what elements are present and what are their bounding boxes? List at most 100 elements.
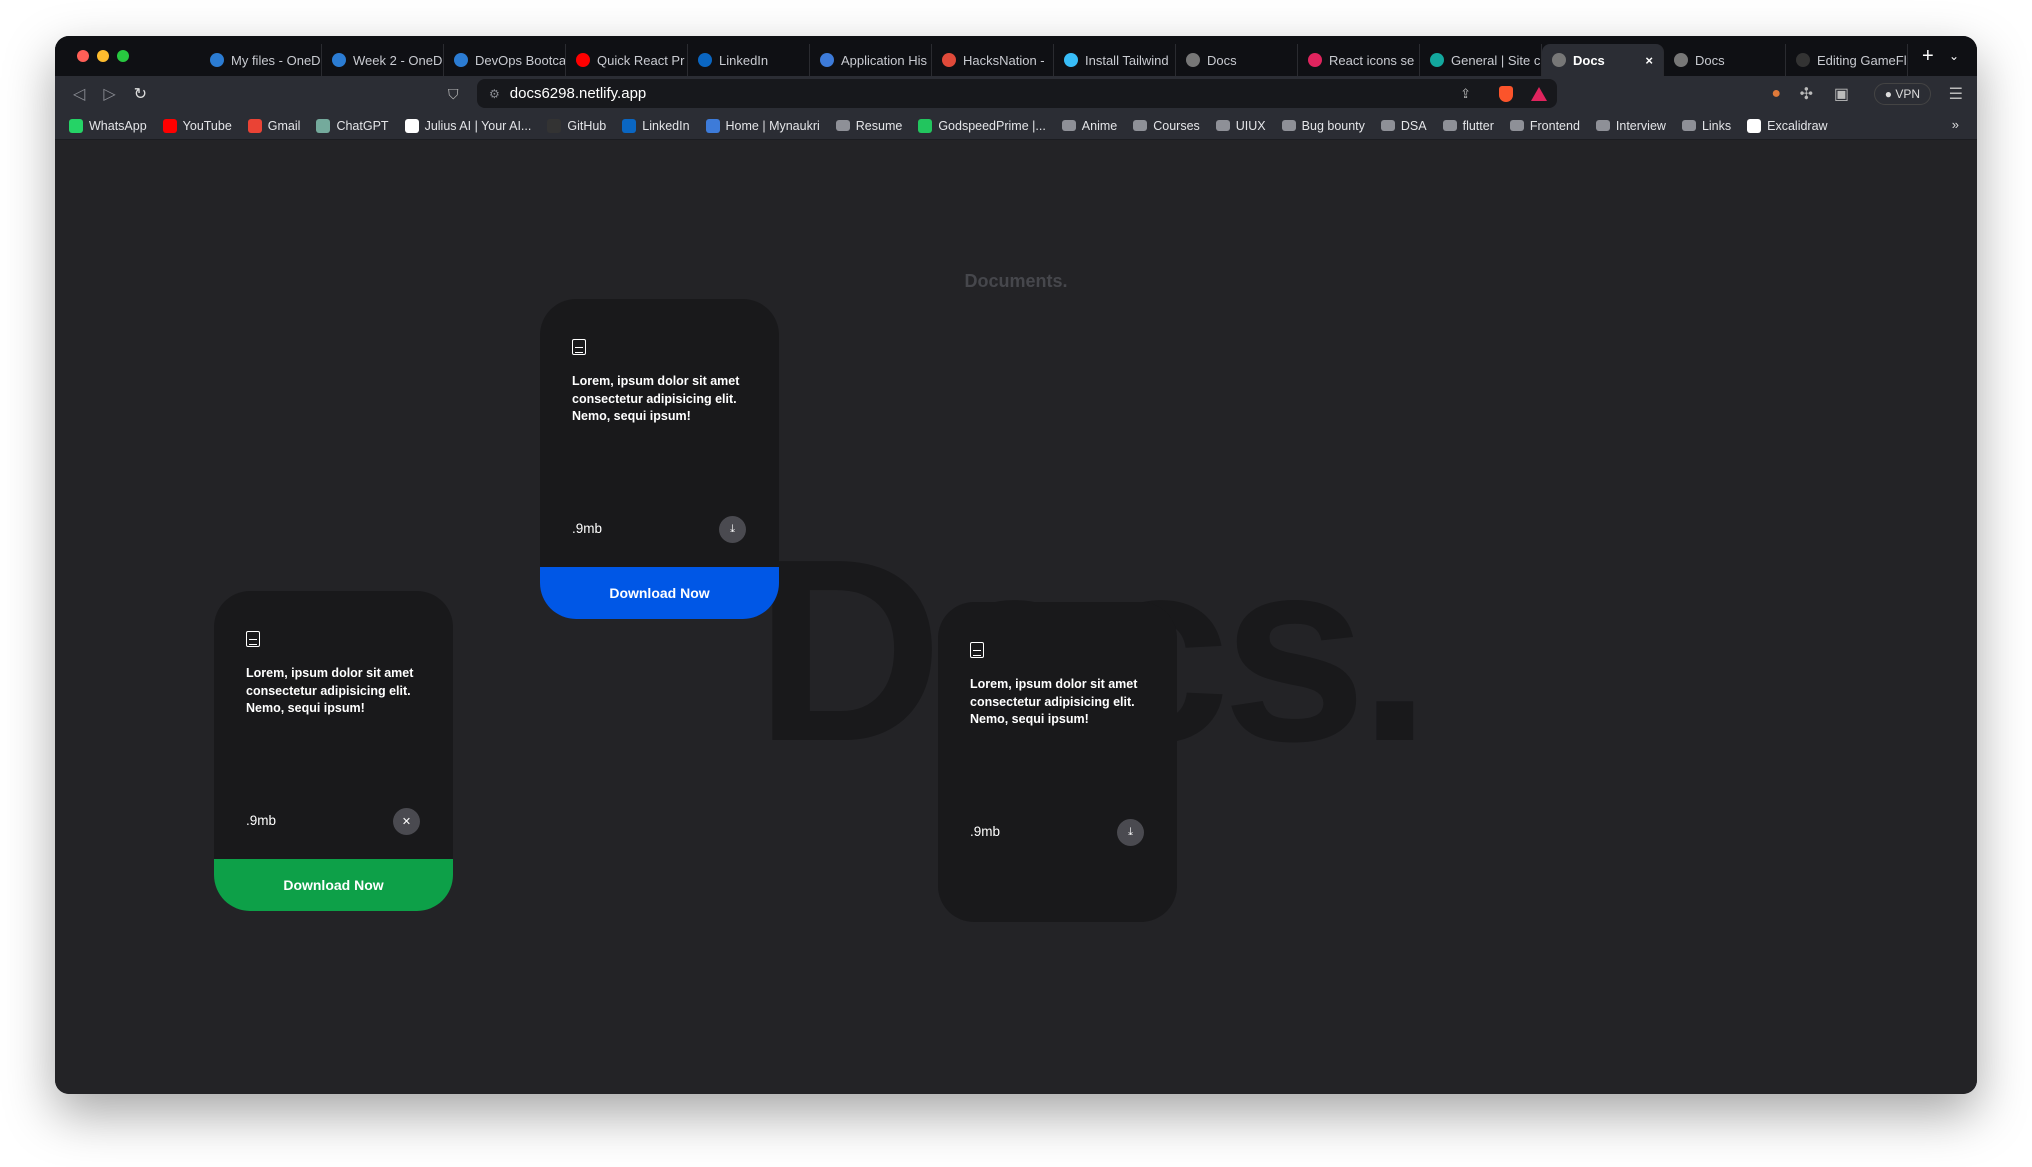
back-button[interactable]: ◁	[73, 84, 85, 104]
new-tab-button[interactable]: +	[1922, 45, 1934, 68]
bookmark-item[interactable]: Frontend	[1509, 118, 1580, 133]
tab-bar: My files - OneD Week 2 - OneD DevOps Bootc…	[55, 36, 1977, 76]
bookmark-item[interactable]: Julius AI | Your AI...	[404, 118, 532, 133]
bookmarks-bar: WhatsApp YouTube Gmail ChatGPT Julius AI | Y…	[55, 112, 1977, 140]
card-description: Lorem, ipsum dolor sit amet consectetur …	[970, 677, 1138, 726]
tab-2[interactable]: DevOps Bootca	[444, 44, 566, 76]
tab-label: Docs	[1573, 52, 1605, 68]
tab-10[interactable]: General | Site c	[1420, 44, 1542, 76]
window-controls	[55, 50, 200, 62]
bookmark-item[interactable]: LinkedIn	[622, 118, 690, 133]
tab-content: General | Site c	[1430, 53, 1540, 68]
tab-label: Editing GameFl	[1817, 52, 1907, 68]
tab-12[interactable]: Docs	[1664, 44, 1786, 76]
tab-content: My files - OneD	[210, 53, 321, 68]
bookmarks-more-button[interactable]: »	[1952, 117, 1959, 132]
address-bar[interactable]: ⚙ docs6298.netlify.app ⇪	[477, 79, 1557, 108]
tab-favicon-icon	[454, 53, 468, 67]
folder-icon	[1215, 120, 1230, 131]
bookmark-label: Interview	[1615, 118, 1666, 133]
tab-favicon-icon	[1796, 53, 1810, 67]
folder-icon	[1442, 120, 1457, 131]
extensions-icon[interactable]: ✣	[1800, 84, 1813, 104]
file-icon	[246, 631, 260, 647]
bookmark-item[interactable]: ChatGPT	[316, 118, 389, 133]
download-now-button[interactable]: Download Now	[540, 567, 779, 619]
bookmark-label: Julius AI | Your AI...	[424, 118, 532, 133]
bookmark-label: Frontend	[1529, 118, 1580, 133]
tab-6[interactable]: HacksNation -	[932, 44, 1054, 76]
tab-7[interactable]: Install Tailwind	[1054, 44, 1176, 76]
close-icon[interactable]: ✕	[393, 808, 420, 835]
tab-favicon-icon	[1552, 53, 1566, 67]
bookmark-item[interactable]: Interview	[1595, 118, 1666, 133]
menu-icon[interactable]: ☰	[1949, 84, 1963, 104]
tab-favicon-icon	[1308, 53, 1322, 67]
download-icon[interactable]: ⤓	[719, 516, 746, 543]
close-window-button[interactable]	[77, 50, 89, 62]
bookmark-label: Resume	[855, 118, 903, 133]
bookmark-item[interactable]: DSA	[1380, 118, 1427, 133]
file-size: .9mb	[246, 813, 277, 828]
bookmark-label: Courses	[1153, 118, 1200, 133]
tab-9[interactable]: React icons se	[1298, 44, 1420, 76]
brave-shields-icon[interactable]	[1499, 85, 1513, 102]
tab-favicon-icon	[698, 53, 712, 67]
bookmark-item[interactable]: Bug bounty	[1281, 119, 1365, 133]
forward-button[interactable]: ▷	[103, 84, 115, 104]
bookmark-label: DSA	[1400, 118, 1427, 133]
tab-favicon-icon	[820, 53, 834, 67]
tab-3[interactable]: Quick React Pr	[566, 44, 688, 76]
bookmark-label: YouTube	[182, 118, 232, 133]
document-card: Lorem, ipsum dolor sit amet consectetur …	[938, 602, 1177, 922]
browser-window: My files - OneD Week 2 - OneD DevOps Bootc…	[55, 36, 1977, 1094]
tab-11[interactable]: Docs ×	[1542, 44, 1664, 76]
site-settings-icon[interactable]: ⚙	[489, 87, 500, 101]
close-tab-icon[interactable]: ×	[1645, 53, 1653, 68]
tab-label: General | Site c	[1451, 52, 1541, 68]
bookmark-page-icon[interactable]: ⛉	[448, 86, 459, 103]
extension-cookie-icon[interactable]: ●	[1771, 85, 1781, 103]
download-now-button[interactable]: Download Now	[214, 859, 453, 911]
share-icon[interactable]: ⇪	[1460, 86, 1471, 102]
bookmark-favicon-icon	[404, 118, 419, 133]
bookmark-item[interactable]: GitHub	[547, 118, 606, 133]
tab-favicon-icon	[1674, 53, 1688, 67]
bookmark-item[interactable]: WhatsApp	[69, 118, 147, 133]
vpn-button[interactable]: ● VPN	[1873, 83, 1931, 105]
tab-1[interactable]: Week 2 - OneD	[322, 44, 444, 76]
bookmark-favicon-icon	[622, 118, 637, 133]
maximize-window-button[interactable]	[117, 50, 129, 62]
brave-rewards-icon[interactable]	[1531, 86, 1547, 101]
tab-favicon-icon	[942, 53, 956, 67]
bookmark-label: flutter	[1462, 118, 1494, 133]
tab-5[interactable]: Application His	[810, 44, 932, 76]
bookmark-item[interactable]: Links	[1681, 119, 1731, 133]
tab-4[interactable]: LinkedIn	[688, 44, 810, 76]
bookmark-label: GodspeedPrime |...	[938, 118, 1046, 133]
tab-13[interactable]: Editing GameFl	[1786, 44, 1908, 76]
bookmark-item[interactable]: YouTube	[162, 118, 232, 133]
tab-label: React icons se	[1329, 52, 1415, 68]
bookmark-item[interactable]: flutter	[1442, 118, 1494, 133]
reload-button[interactable]: ↻	[134, 84, 147, 104]
bookmark-item[interactable]: Courses	[1133, 119, 1200, 133]
minimize-window-button[interactable]	[97, 50, 109, 62]
bookmark-item[interactable]: Anime	[1061, 119, 1117, 133]
bookmark-item[interactable]: Gmail	[247, 118, 300, 133]
tab-8[interactable]: Docs	[1176, 44, 1298, 76]
tab-label: Docs	[1207, 52, 1237, 68]
tab-list-chevron-icon[interactable]: ⌄	[1949, 49, 1959, 63]
bookmark-item[interactable]: Resume	[835, 118, 903, 133]
bookmark-item[interactable]: Home | Mynaukri	[705, 118, 820, 133]
bookmark-item[interactable]: UIUX	[1215, 119, 1266, 133]
download-icon[interactable]: ⤓	[1117, 819, 1144, 846]
wallet-icon[interactable]: ▣	[1834, 84, 1849, 104]
document-card: Lorem, ipsum dolor sit amet consectetur …	[540, 299, 779, 619]
bookmark-favicon-icon	[316, 118, 331, 133]
bookmark-item[interactable]: GodspeedPrime |...	[918, 118, 1046, 133]
tab-content: Docs	[1186, 53, 1237, 68]
bookmark-favicon-icon	[69, 118, 83, 133]
bookmark-item[interactable]: Excalidraw	[1747, 118, 1828, 133]
tab-0[interactable]: My files - OneD	[200, 44, 322, 76]
